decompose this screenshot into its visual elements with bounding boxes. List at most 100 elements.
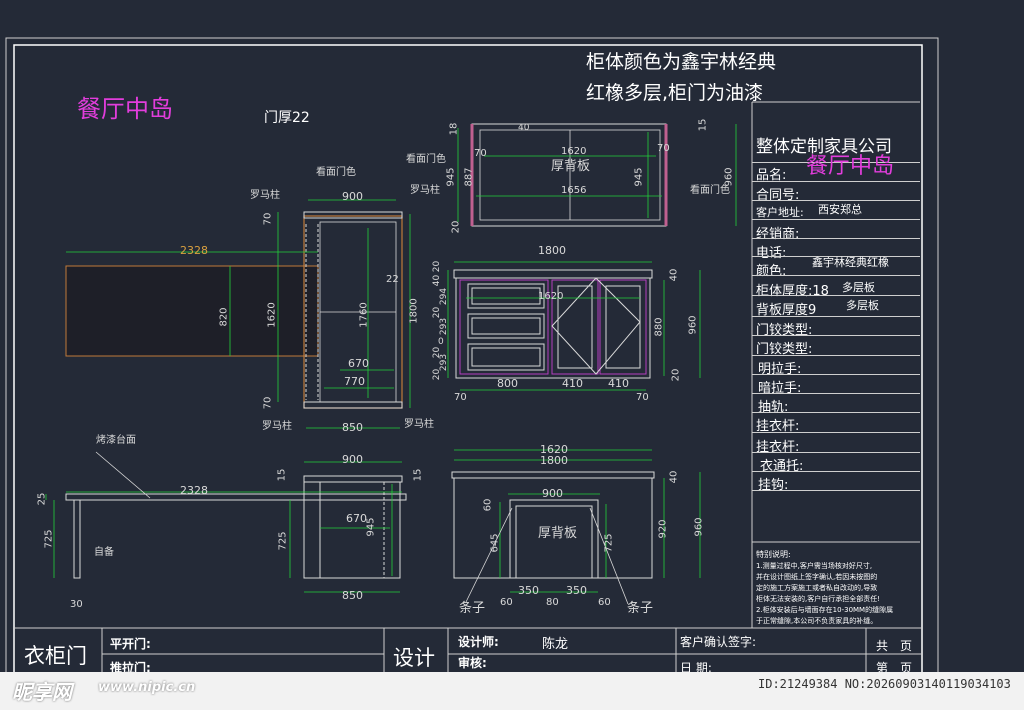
plan-roman-col-tr: 罗马柱 <box>410 185 440 196</box>
tb-line <box>752 219 920 220</box>
tb-customer-addr-value: 西安郑总 <box>818 203 862 216</box>
plan-roman-col-tl: 罗马柱 <box>250 190 280 201</box>
top-dim-40: 40 <box>518 123 530 133</box>
front-dim-880: 880 <box>653 317 665 337</box>
side-self-prep-label: 自备 <box>94 547 114 558</box>
top-dim-20: 20 <box>450 220 462 234</box>
top-dim-1656: 1656 <box>561 185 587 196</box>
top-dim-945-r: 945 <box>633 167 645 187</box>
tb-line <box>752 490 920 491</box>
front-dim-1800: 1800 <box>538 244 566 257</box>
watermark-site-logo: 昵享网 <box>12 680 72 704</box>
tb-line <box>752 295 920 296</box>
side-dim-30: 30 <box>70 599 83 610</box>
side-dim-25: 25 <box>36 492 48 506</box>
side-dim-945: 945 <box>365 517 377 537</box>
tb-notes-line-2: 并在设计图纸上签字确认,若因未按图的 <box>756 573 878 581</box>
tb-line <box>752 393 920 394</box>
front-left-dim-0: 20 <box>432 260 443 273</box>
tb-line <box>752 275 920 276</box>
tb-line <box>752 316 920 317</box>
plan-dim-22: 22 <box>386 274 399 285</box>
plan-dim-770: 770 <box>344 375 365 388</box>
tb-color-value: 鑫宇林经典红橡 <box>812 256 889 269</box>
front-left-dim-3: 20 <box>432 306 443 319</box>
tb-product-value: 餐厅中岛 <box>806 154 895 179</box>
back-dim-40: 40 <box>668 470 680 484</box>
back-dim-1800: 1800 <box>540 454 568 467</box>
top-dim-15: 15 <box>697 118 709 132</box>
plan-look-door-label: 看面门色 <box>316 167 356 178</box>
tb-line <box>752 452 920 453</box>
back-dim-350a: 350 <box>518 584 539 597</box>
front-dim-960: 960 <box>687 315 699 335</box>
tb-notes-title: 特别说明: <box>756 550 791 559</box>
front-dim-20: 20 <box>670 368 682 382</box>
watermark-url: www.nipic.cn <box>98 680 196 695</box>
tb-phone-label: 电话: <box>756 246 787 261</box>
plan-dim-2328: 2328 <box>180 244 208 257</box>
back-panel-label: 厚背板 <box>538 526 578 541</box>
plan-dim-70-bot: 70 <box>262 396 274 410</box>
front-left-dim-1: 40 <box>432 274 443 287</box>
back-dim-60b: 60 <box>500 597 513 608</box>
plan-dim-1760: 1760 <box>358 302 370 328</box>
bb-customer-confirm: 客户确认签字: <box>680 635 757 649</box>
top-dim-960: 960 <box>723 167 735 187</box>
bb-total-label: 共 <box>876 639 889 653</box>
tb-line <box>752 412 920 413</box>
back-dim-900: 900 <box>542 487 563 500</box>
top-look-door-right: 看面门色 <box>690 185 730 196</box>
plan-dim-670: 670 <box>348 357 369 370</box>
back-dim-725: 725 <box>603 533 615 553</box>
plan-dim-1620: 1620 <box>266 302 278 328</box>
tb-cabinet-thickness-label: 柜体厚度:18 <box>756 284 829 299</box>
front-dim-800: 800 <box>497 377 518 390</box>
tb-cabinet-thickness-value: 多层板 <box>842 281 875 294</box>
plan-roman-col-br: 罗马柱 <box>404 419 434 430</box>
back-bar-label-right: 条子 <box>627 601 654 616</box>
back-dim-960: 960 <box>693 517 705 537</box>
material-note-line1: 柜体颜色为鑫宇林经典 <box>586 51 777 73</box>
tb-line <box>752 335 920 336</box>
front-left-dim-5: 0 <box>438 337 444 347</box>
side-dim-15-r: 15 <box>412 468 424 482</box>
front-left-dim-8: 20 <box>432 368 443 381</box>
back-dim-645: 645 <box>489 533 501 553</box>
material-note-line2: 红橡多层,柜门为油漆 <box>586 82 764 104</box>
side-dim-725-r: 725 <box>277 531 289 551</box>
tb-dealer-label: 经销商: <box>756 227 800 242</box>
tb-line <box>752 200 920 201</box>
tb-line <box>752 432 920 433</box>
front-left-dim-2: 294 <box>439 287 450 306</box>
plan-dim-820: 820 <box>218 307 230 327</box>
bb-wardrobe-door: 衣柜门 <box>24 644 87 668</box>
top-back-panel-label: 厚背板 <box>551 159 591 174</box>
back-bar-label-left: 条子 <box>459 601 486 616</box>
bb-designer-label: 设计师: <box>458 635 499 649</box>
side-dim-850: 850 <box>342 589 363 602</box>
tb-color-label: 颜色: <box>756 264 787 279</box>
front-dim-40: 40 <box>668 268 680 282</box>
top-look-door-left: 看面门色 <box>406 154 446 165</box>
top-dim-18: 18 <box>448 122 460 136</box>
tb-customer-addr-label: 客户地址: <box>756 206 804 219</box>
top-dim-70-l: 70 <box>474 148 487 159</box>
tb-line <box>752 374 920 375</box>
bb-designer-name: 陈龙 <box>542 637 569 652</box>
back-dim-60c: 60 <box>598 597 611 608</box>
plan-dim-900: 900 <box>342 190 363 203</box>
top-dim-1620: 1620 <box>561 146 587 157</box>
front-dim-1620: 1620 <box>538 291 564 302</box>
front-left-dim-4: 293 <box>439 317 450 336</box>
tb-line <box>752 181 920 182</box>
front-dim-70-r: 70 <box>636 392 649 403</box>
top-dim-887: 887 <box>463 167 475 187</box>
plan-dim-850: 850 <box>342 421 363 434</box>
back-dim-80: 80 <box>546 597 559 608</box>
top-dim-945-l: 945 <box>445 167 457 187</box>
bb-design: 设计 <box>393 646 435 670</box>
plan-dim-1800: 1800 <box>408 298 420 324</box>
top-dim-70-r: 70 <box>657 143 670 154</box>
watermark-id: ID:21249384 NO:20260903140119034103 <box>758 677 1011 691</box>
